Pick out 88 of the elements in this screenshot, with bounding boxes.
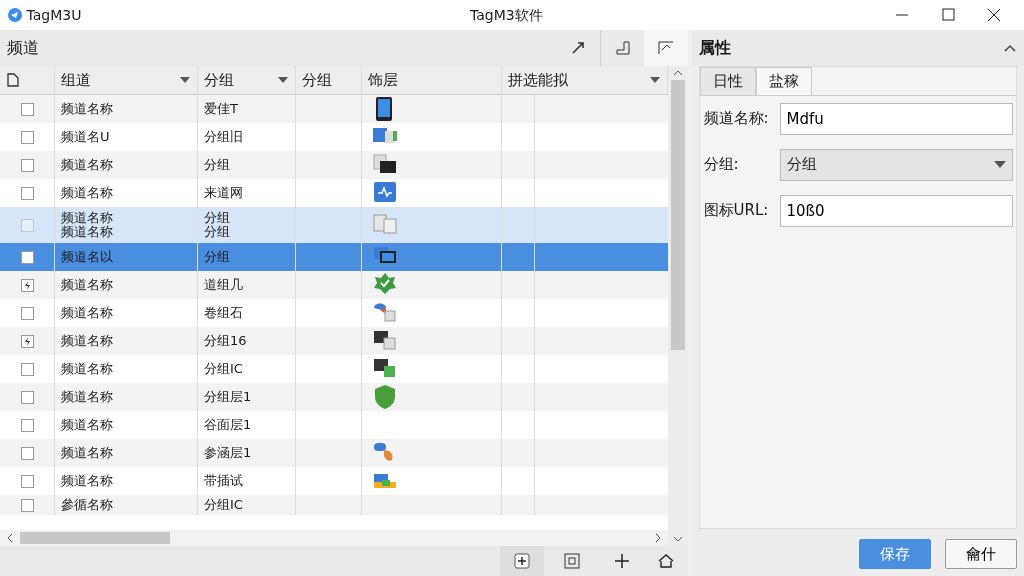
group-name: 分组旧 (204, 130, 243, 144)
house-icon[interactable] (657, 553, 675, 569)
plus-icon[interactable] (614, 553, 630, 569)
group-name: 带插试 (204, 474, 243, 488)
app-name: TagM3U (26, 5, 82, 25)
checkbox[interactable] (20, 362, 34, 376)
checkbox[interactable] (20, 390, 34, 404)
checkbox[interactable] (20, 418, 34, 432)
expand-arrow-icon[interactable] (570, 40, 586, 56)
input-field[interactable]: 10ß0 (779, 194, 1013, 227)
channel-name: 频道名称 (61, 446, 113, 460)
app-logo-icon (7, 7, 23, 23)
step-icon[interactable] (614, 40, 631, 56)
channel-name: 频道名称 (61, 225, 113, 239)
table-row[interactable]: 频道名称 频道名称 分组 分组 (0, 207, 668, 243)
checkbox[interactable] (20, 158, 34, 172)
table-row[interactable]: 频道名称 道组几 (0, 271, 668, 299)
checkbox[interactable] (20, 130, 34, 144)
field-label: 图标URL: (702, 200, 770, 222)
tab[interactable]: 盐稼 (755, 67, 812, 95)
group-name: 分组 (204, 225, 230, 239)
vertical-scrollbar-thumb[interactable] (671, 80, 685, 350)
window-title: TagM3软件 (470, 5, 543, 25)
channel-name: 频道名称 (61, 186, 113, 200)
channel-name: 频道名称 (61, 158, 113, 172)
checkbox[interactable] (20, 474, 34, 488)
column-header[interactable]: 饰层 (362, 66, 502, 94)
group-name: 道组几 (204, 278, 243, 292)
channel-name: 频道名称 (61, 334, 113, 348)
table-row[interactable]: 频道名称 分组层1 (0, 383, 668, 411)
channel-name: 频道名称 (61, 306, 113, 320)
add-box-icon[interactable] (514, 553, 530, 569)
column-header[interactable]: 组道 (55, 66, 198, 94)
group-name: 分组 (204, 250, 230, 264)
group-name: 分组层1 (204, 390, 252, 404)
group-name: 参涵层1 (204, 446, 252, 460)
caret-icon[interactable] (180, 77, 190, 83)
caret-icon[interactable] (278, 77, 288, 83)
group-name: 来道网 (204, 186, 243, 200)
collapse-caret-icon[interactable] (1003, 43, 1017, 53)
table-row[interactable]: 频道名以 分组 (0, 243, 668, 271)
group-name: 卷组石 (204, 306, 243, 320)
channel-name: 频道名称 (61, 211, 113, 225)
column-header[interactable]: 分组 (296, 66, 362, 94)
input-field[interactable]: Mdfu (779, 102, 1013, 135)
checkbox[interactable] (20, 278, 34, 292)
channel-name: 频道名称 (61, 102, 113, 116)
checkbox[interactable] (20, 306, 34, 320)
group-name: 分组IC (204, 362, 243, 376)
channel-name: 频道名称 (61, 362, 113, 376)
channel-name: 频道名U (61, 130, 110, 144)
checkbox[interactable] (20, 250, 34, 264)
checkbox[interactable] (20, 498, 34, 512)
channel-name: 频道名称 (61, 390, 113, 404)
column-header[interactable]: 分组 (198, 66, 296, 94)
caret-icon[interactable] (993, 161, 1006, 168)
group-name: 分组16 (204, 334, 247, 348)
group-name: 爱佳T (204, 102, 238, 116)
table-row[interactable]: 频道名称 分组 (0, 151, 668, 179)
channel-name: 參循名称 (61, 498, 113, 512)
table-row[interactable]: 频道名称 参涵层1 (0, 439, 668, 467)
panel-title: 属性 (698, 37, 731, 59)
edit-box-icon[interactable] (564, 553, 580, 569)
page-icon[interactable] (6, 72, 20, 88)
channel-name: 频道名称 (61, 418, 113, 432)
caret-icon[interactable] (650, 77, 660, 83)
table-row[interactable]: 频道名称 分组16 (0, 327, 668, 355)
panel-title: 频道 (7, 37, 39, 59)
field-label: 分组: (702, 154, 740, 176)
dialog-button[interactable]: 龠什 (945, 539, 1017, 569)
horizontal-scrollbar-thumb[interactable] (20, 532, 170, 544)
chart-icon[interactable] (657, 40, 675, 56)
checkbox[interactable] (20, 334, 34, 348)
group-name: 分组 (204, 158, 230, 172)
group-dropdown[interactable]: 分组 (779, 148, 1013, 181)
channel-name: 频道名称 (61, 474, 113, 488)
table-row[interactable]: 參循名称 分组IC (0, 495, 668, 515)
checkbox[interactable] (20, 446, 34, 460)
field-label: 频道名称: (702, 108, 770, 130)
channel-name: 频道名称 (61, 278, 113, 292)
group-name: 分组 (204, 211, 230, 225)
checkbox[interactable] (20, 102, 34, 116)
group-name: 分组IC (204, 498, 243, 512)
group-name: 谷面层1 (204, 418, 252, 432)
channel-name: 频道名以 (61, 250, 113, 264)
checkbox[interactable] (20, 186, 34, 200)
table-row[interactable]: 频道名称 爱佳T (0, 95, 668, 123)
tab[interactable]: 日性 (699, 67, 756, 95)
